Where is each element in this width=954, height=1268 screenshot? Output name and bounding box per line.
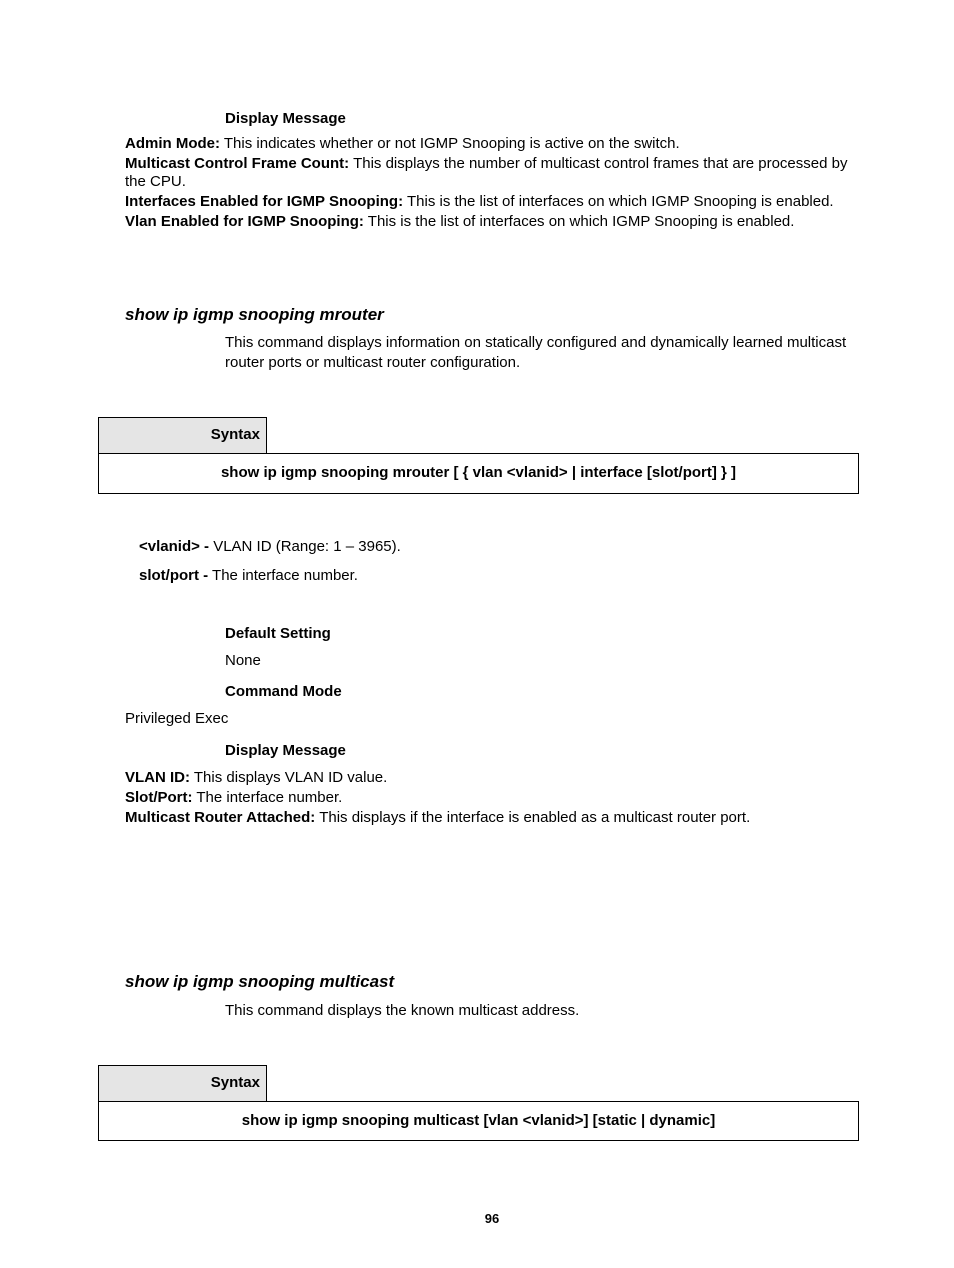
slotport-param: slot/port - The interface number. bbox=[139, 567, 859, 586]
vlanid-bold: <vlanid> - bbox=[139, 538, 209, 555]
vlan-id-text: This displays VLAN ID value. bbox=[190, 769, 387, 786]
vlan-enabled-bold: Vlan Enabled for IGMP Snooping: bbox=[125, 213, 364, 230]
vlan-enabled-line: Vlan Enabled for IGMP Snooping: This is … bbox=[125, 213, 859, 232]
syntax-label: Syntax bbox=[99, 418, 267, 454]
mcast-control-line: Multicast Control Frame Count: This disp… bbox=[125, 155, 859, 193]
interfaces-enabled-bold: Interfaces Enabled for IGMP Snooping: bbox=[125, 193, 403, 210]
command-mode-heading: Command Mode bbox=[225, 683, 859, 702]
default-setting-heading: Default Setting bbox=[225, 625, 859, 644]
slot-port-line: Slot/Port: The interface number. bbox=[125, 789, 859, 808]
syntax-command-mrouter: show ip igmp snooping mrouter [ { vlan <… bbox=[99, 454, 859, 494]
vlan-id-bold: VLAN ID: bbox=[125, 769, 190, 786]
section-heading-mrouter: show ip igmp snooping mrouter bbox=[125, 304, 859, 325]
slot-port-text: The interface number. bbox=[193, 789, 343, 806]
admin-mode-line: Admin Mode: This indicates whether or no… bbox=[125, 135, 859, 154]
section-heading-multicast: show ip igmp snooping multicast bbox=[125, 971, 859, 992]
mcast-router-attached-bold: Multicast Router Attached: bbox=[125, 809, 315, 826]
default-setting-value: None bbox=[225, 652, 859, 671]
syntax-label-2: Syntax bbox=[99, 1065, 267, 1101]
syntax-box-mrouter: Syntax show ip igmp snooping mrouter [ {… bbox=[98, 417, 859, 494]
display-message-heading: Display Message bbox=[225, 110, 859, 129]
slotport-text: The interface number. bbox=[208, 567, 358, 584]
vlanid-param: <vlanid> - VLAN ID (Range: 1 – 3965). bbox=[139, 538, 859, 557]
interfaces-enabled-text: This is the list of interfaces on which … bbox=[403, 193, 834, 210]
multicast-desc: This command displays the known multicas… bbox=[225, 1001, 849, 1021]
command-mode-value: Privileged Exec bbox=[125, 710, 859, 729]
slot-port-bold: Slot/Port: bbox=[125, 789, 193, 806]
syntax-command-multicast: show ip igmp snooping multicast [vlan <v… bbox=[99, 1101, 859, 1141]
slotport-bold: slot/port - bbox=[139, 567, 208, 584]
page-number: 96 bbox=[125, 1211, 859, 1227]
vlan-id-line: VLAN ID: This displays VLAN ID value. bbox=[125, 769, 859, 788]
vlanid-text: VLAN ID (Range: 1 – 3965). bbox=[209, 538, 401, 555]
syntax-empty-cell bbox=[267, 418, 859, 454]
vlan-enabled-text: This is the list of interfaces on which … bbox=[364, 213, 795, 230]
mcast-router-attached-text: This displays if the interface is enable… bbox=[315, 809, 750, 826]
mcast-control-bold: Multicast Control Frame Count: bbox=[125, 155, 349, 172]
display-message-heading-2: Display Message bbox=[225, 742, 859, 761]
mrouter-desc: This command displays information on sta… bbox=[225, 333, 849, 374]
syntax-empty-cell-2 bbox=[267, 1065, 859, 1101]
mcast-router-attached-line: Multicast Router Attached: This displays… bbox=[125, 809, 859, 828]
syntax-box-multicast: Syntax show ip igmp snooping multicast [… bbox=[98, 1065, 859, 1142]
interfaces-enabled-line: Interfaces Enabled for IGMP Snooping: Th… bbox=[125, 193, 859, 212]
admin-mode-text: This indicates whether or not IGMP Snoop… bbox=[220, 135, 680, 152]
admin-mode-bold: Admin Mode: bbox=[125, 135, 220, 152]
